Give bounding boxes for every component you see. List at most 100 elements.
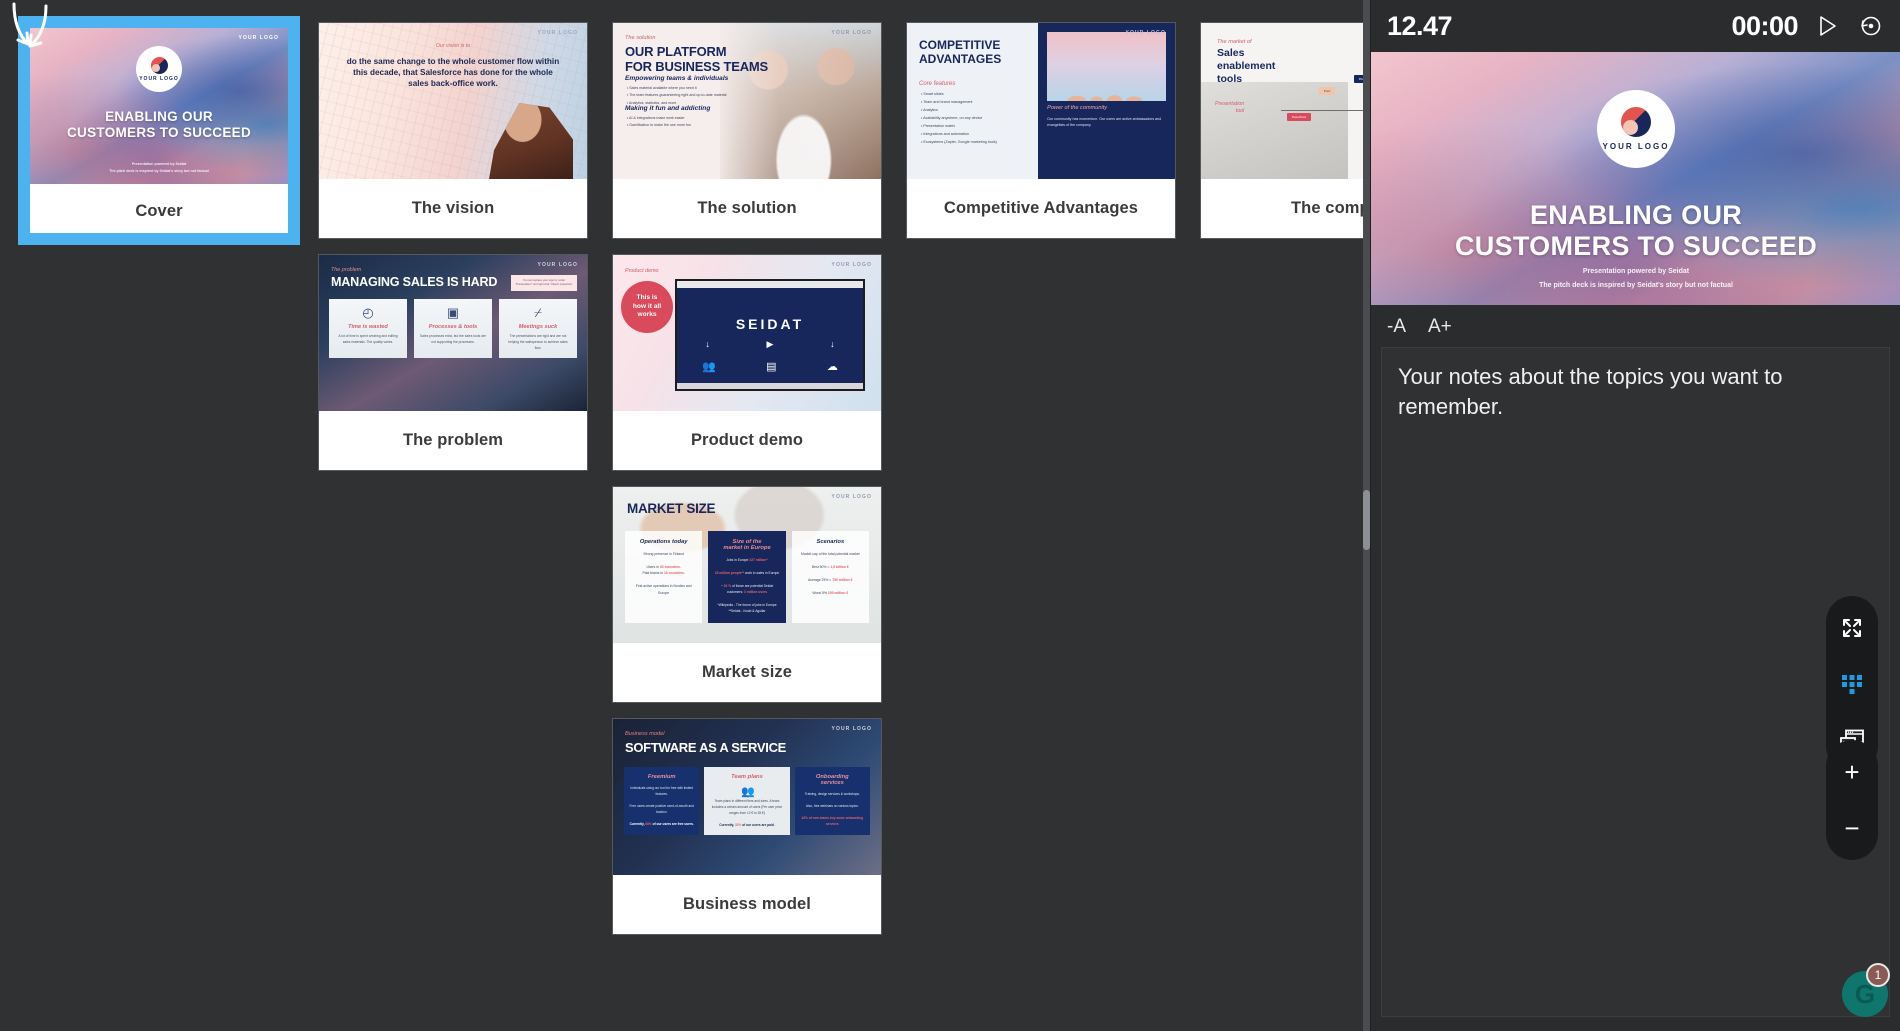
- slide-card-business-model[interactable]: YOUR LOGO Business model SOFTWARE AS A S…: [612, 718, 906, 950]
- slide-eyebrow: Core features: [919, 81, 956, 87]
- matrix-chip-powerpoint: PowerPoint: [1286, 113, 1312, 121]
- slide-label-the-problem: The problem: [319, 411, 587, 470]
- notification-count: 1: [1866, 963, 1890, 987]
- player-icons: 👥 ▤ ☁: [677, 360, 863, 373]
- corner-logo: YOUR LOGO: [537, 30, 578, 36]
- slide-column: Onboarding services Training, design serv…: [794, 767, 870, 836]
- column-body: Individuals using our tool for free with…: [629, 786, 694, 827]
- presentation-icon: ▤: [766, 361, 777, 373]
- slide-grid-spacer: [318, 486, 612, 718]
- slide-label-the-vision: The vision: [319, 179, 587, 238]
- notes-textarea[interactable]: [1381, 347, 1890, 1017]
- play-icon[interactable]: [1812, 11, 1842, 41]
- column-body: Team plans in different tiers and sizes.…: [711, 799, 783, 828]
- column-head: Time is wasted: [348, 324, 388, 330]
- column-body: Training, design services & workshops. Al…: [801, 792, 864, 827]
- column-body: Strong presence in Finland Users in 30 co…: [635, 552, 692, 595]
- video-player-mock: SEIDAT ↓ ▶ ↓ 👥 ▤ ☁: [675, 279, 865, 391]
- slide-eyebrow: The market of: [1217, 39, 1252, 45]
- slide-grid-scrollbar[interactable]: [1363, 0, 1370, 1031]
- slide-column: ⌿ Meetings suck The presentations are ri…: [499, 299, 577, 359]
- slide-right-body: Our community has momentum. Our users ar…: [1047, 117, 1162, 128]
- slide-eyebrow: Business model: [625, 731, 665, 737]
- preview-title: ENABLING OUR CUSTOMERS TO SUCCEED: [1454, 200, 1818, 262]
- axis-horizontal: [1281, 110, 1370, 112]
- font-increase-button[interactable]: A+: [1428, 317, 1452, 336]
- timer-controls: 00:00: [1731, 11, 1886, 42]
- slide-card-market-size[interactable]: YOUR LOGO MARKET SIZE Operations today S…: [612, 486, 906, 718]
- brand-logo: YOUR LOGO: [1597, 90, 1675, 168]
- slide-card-competitive-advantages[interactable]: YOUR LOGO COMPETITIVE ADVANTAGES Core fea…: [906, 22, 1200, 254]
- column-head: Processes & tools: [428, 324, 478, 330]
- axis-label-left: Presentation tool: [1215, 101, 1245, 115]
- slide-label-business-model: Business model: [613, 875, 881, 934]
- column-head: Size of the market in Europe: [723, 539, 771, 551]
- slide-subhead-1: Empowering teams & individuals: [625, 75, 729, 82]
- column-body: Market cap of the total potential market…: [801, 552, 860, 595]
- cloud-upload-icon: ☁: [826, 361, 838, 373]
- zoom-controls-stack: + −: [1826, 740, 1878, 860]
- slide-grid-spacer: [24, 254, 318, 486]
- slide-columns: ◴ Time is wasted A lot of time is spent …: [329, 299, 577, 359]
- monitor-icon: ▣: [446, 305, 460, 320]
- slide-card-the-vision[interactable]: YOUR LOGO Our vision is to do the same c…: [318, 22, 612, 254]
- slide-eyebrow: The solution: [625, 35, 656, 41]
- slide-thumbnail: YOUR LOGO The problem MANAGING SALES IS …: [319, 255, 587, 411]
- zoom-out-button[interactable]: −: [1832, 808, 1872, 848]
- slide-card-the-solution[interactable]: YOUR LOGO The solution OUR PLATFORM FOR B…: [612, 22, 906, 254]
- slide-subhead-2: Making it fun and addicting: [625, 105, 711, 112]
- slide-bullets: • Smart slides • Team and brand manageme…: [921, 92, 997, 144]
- presenter-panel: 12.47 00:00 YOUR LOGO ENABLING OUR CUSTO…: [1370, 0, 1900, 1031]
- people-group-icon: 👥: [741, 786, 755, 798]
- slide-grid-spacer: [906, 254, 1200, 486]
- grid-view-icon[interactable]: [1832, 664, 1872, 704]
- grammarly-badge[interactable]: G 1: [1842, 963, 1890, 1017]
- slide-title: MANAGING SALES IS HARD: [331, 275, 498, 289]
- corner-logo: YOUR LOGO: [831, 30, 872, 36]
- slide-card-the-problem[interactable]: YOUR LOGO The problem MANAGING SALES IS …: [318, 254, 612, 486]
- slide-label-the-competitors: The compe: [1201, 179, 1370, 238]
- corner-logo: YOUR LOGO: [238, 35, 279, 41]
- slide-card-the-competitors[interactable]: The market of Salesenablementtools Team …: [1200, 22, 1370, 254]
- people-icon: 👥: [702, 361, 716, 373]
- slide-label-product-demo: Product demo: [613, 411, 881, 470]
- font-decrease-button[interactable]: -A: [1387, 317, 1406, 336]
- slide-thumbnail: YOUR LOGO Our vision is to do the same c…: [319, 23, 587, 179]
- slide-column: Team plans 👥 Team plans in different tie…: [704, 767, 790, 836]
- slide-label-the-solution: The solution: [613, 179, 881, 238]
- matrix-chip-prezi: Prezi: [1318, 87, 1336, 95]
- scrollbar-thumb[interactable]: [1363, 490, 1370, 550]
- slide-bullets-2: • AI & integrations make work easier • G…: [627, 116, 691, 128]
- clock-icon: ◴: [362, 305, 374, 320]
- slide-footer: Presentation powered by Seidat The pitch…: [109, 162, 209, 174]
- slide-title: Sales enablement tools: [1217, 47, 1276, 85]
- slide-card-product-demo[interactable]: YOUR LOGO Product demo This is how it all…: [612, 254, 906, 486]
- fullscreen-icon[interactable]: [1832, 608, 1872, 648]
- slide-card-cover[interactable]: YOUR LOGO YOUR LOGO ENABLING OUR CUSTOMER…: [24, 22, 318, 254]
- column-head: Onboarding services: [815, 774, 849, 786]
- slide-title: COMPETITIVE ADVANTAGES: [919, 38, 1002, 66]
- zoom-in-button[interactable]: +: [1832, 752, 1872, 792]
- slide-grid-spacer: [1200, 254, 1370, 486]
- slide-badge: This is how it all works: [621, 281, 673, 333]
- slide-columns: Operations today Strong presence in Finl…: [625, 531, 869, 623]
- slide-column: ▣ Processes & tools Sales processes exis…: [414, 299, 492, 359]
- column-body: The presentations are rigid and are not …: [508, 334, 568, 350]
- slide-label-market-size: Market size: [613, 643, 881, 702]
- column-head: Team plans: [731, 774, 763, 780]
- current-slide-preview[interactable]: YOUR LOGO ENABLING OUR CUSTOMERS TO SUCC…: [1371, 52, 1900, 305]
- slide-eyebrow: Product demo: [625, 268, 659, 274]
- slide-grid-panel: YOUR LOGO YOUR LOGO ENABLING OUR CUSTOMER…: [0, 0, 1370, 1031]
- column-head: Operations today: [639, 539, 688, 545]
- slide-title: SOFTWARE AS A SERVICE: [625, 740, 787, 755]
- photo-fists: [1047, 32, 1166, 101]
- elapsed-timer: 00:00: [1731, 10, 1798, 41]
- notes-font-controls: -A A+: [1371, 305, 1900, 347]
- reset-timer-icon[interactable]: [1856, 11, 1886, 41]
- slide-column: Size of the market in Europe Jobs in Euro…: [708, 531, 786, 623]
- slide-thumbnail: YOUR LOGO YOUR LOGO ENABLING OUR CUSTOMER…: [30, 28, 288, 184]
- slide-columns: Freemium Individuals using our tool for …: [624, 767, 870, 836]
- slide-column: ◴ Time is wasted A lot of time is spent …: [329, 299, 407, 359]
- slide-right-head: Power of the community: [1047, 105, 1108, 111]
- slide-label-cover: Cover: [24, 184, 294, 239]
